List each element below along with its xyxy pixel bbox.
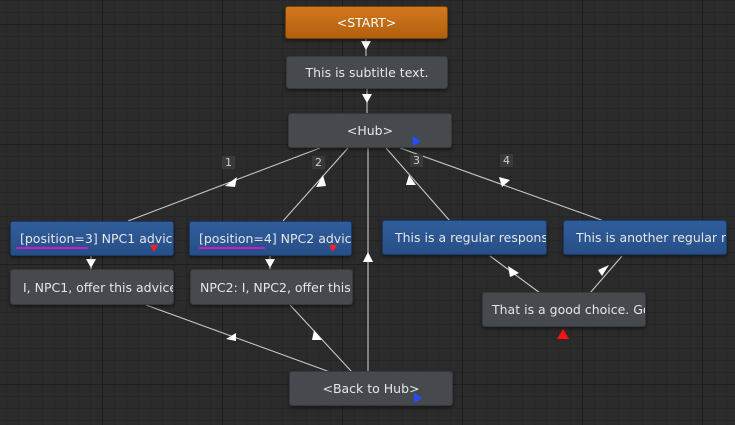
arrowhead [362,94,372,103]
link-label-2: 2 [312,156,325,169]
back-to-hub-label: <Back to Hub> [322,381,420,396]
back-to-hub-node[interactable]: <Back to Hub> [289,371,453,406]
npc2-offer-node[interactable]: NPC2: I, NPC2, offer this [190,269,353,305]
subtitle-node-label: This is subtitle text. [305,65,429,80]
arrowhead [265,259,275,268]
arrowhead [225,177,237,187]
arrowhead [361,41,371,50]
edge-npc1-offer-back [145,304,331,373]
another-regular-label: This is another regular re [576,230,727,245]
edge-npc2-offer-back [289,304,353,373]
arrowhead [86,259,96,268]
link-label-4: 4 [500,154,513,167]
npc2-advice-label: [position=4] NPC2 advice [199,231,352,246]
arrowhead [363,252,373,262]
subtitle-node[interactable]: This is subtitle text. [286,56,448,89]
arrowhead [598,265,609,276]
arrowhead [316,175,326,187]
npc1-offer-label: I, NPC1, offer this advice [23,279,174,295]
text-highlight-underline [16,247,88,249]
good-choice-node[interactable]: That is a good choice. Goo [482,292,646,327]
regular-response-label: This is a regular response [395,230,547,245]
link-label-1: 1 [222,156,235,169]
node-marker-icon [557,329,569,339]
text-highlight-underline [199,247,265,249]
node-marker-icon [329,245,337,252]
npc1-offer-node[interactable]: I, NPC1, offer this advice [10,269,174,305]
good-choice-label: That is a good choice. Goo [492,302,646,317]
npc1-advice-label: [position=3] NPC1 advice [20,231,174,246]
start-node-label: <START> [336,15,397,30]
arrowhead [508,266,519,277]
node-marker-icon [150,245,158,252]
edge-another-good [589,255,623,294]
link-label-3: 3 [410,154,423,167]
regular-response-node[interactable]: This is a regular response [382,220,547,255]
hub-node-label: <Hub> [346,123,394,138]
npc2-advice-node[interactable]: [position=4] NPC2 advice [189,221,352,256]
node-marker-icon [414,393,422,403]
hub-node[interactable]: <Hub> [288,113,452,148]
another-regular-node[interactable]: This is another regular re [563,220,727,255]
start-node[interactable]: <START> [285,6,448,39]
npc1-advice-node[interactable]: [position=3] NPC1 advice [10,221,174,256]
node-marker-icon [413,136,421,146]
arrowhead [312,330,322,340]
npc2-offer-label: NPC2: I, NPC2, offer this [200,279,351,295]
